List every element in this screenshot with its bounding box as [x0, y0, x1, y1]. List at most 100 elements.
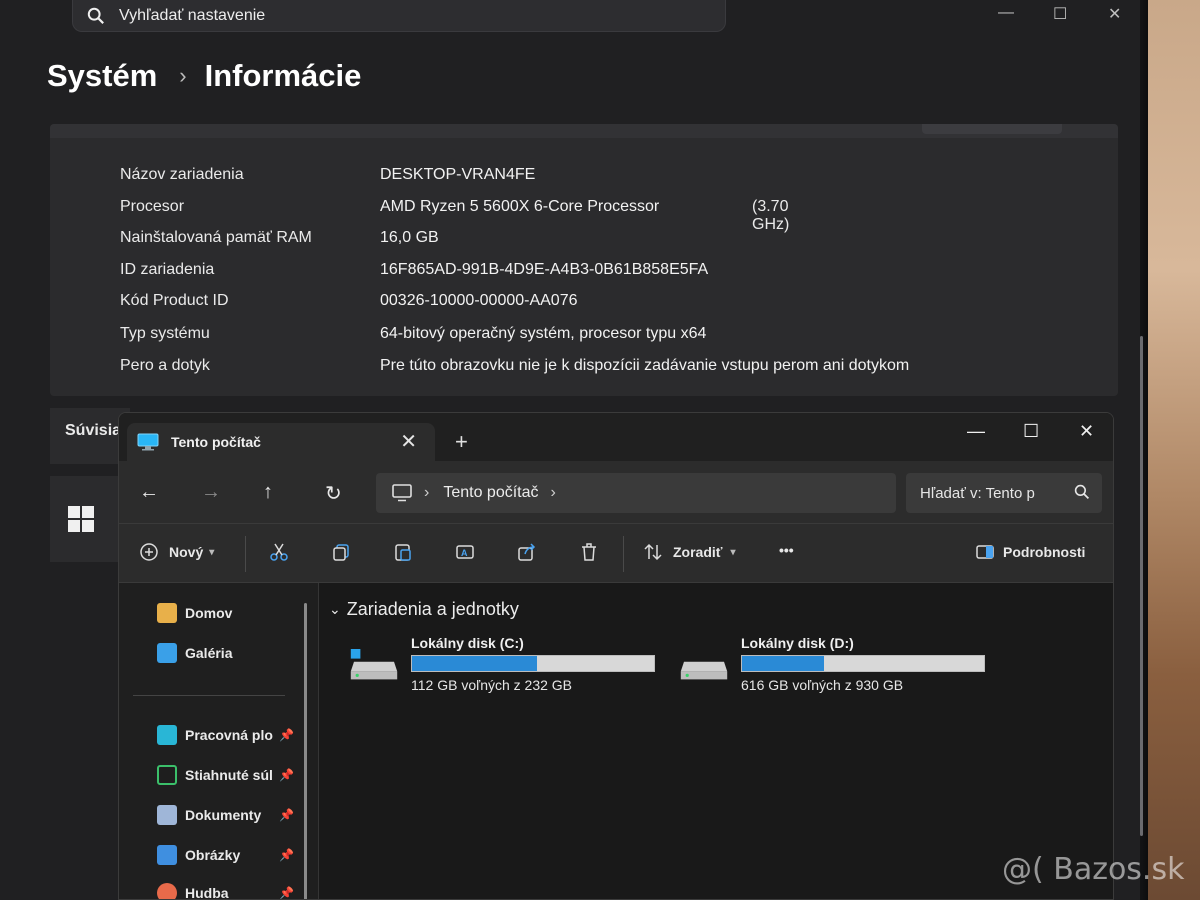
new-tab-button[interactable]: + [455, 429, 468, 455]
paste-button[interactable] [393, 542, 413, 562]
share-icon [518, 543, 536, 561]
settings-maximize-button[interactable]: ☐ [1053, 4, 1067, 24]
spec-value: 16F865AD-991B-4D9E-A4B3-0B61B858E5FA [380, 261, 709, 278]
spec-key: Názov zariadenia [120, 166, 244, 183]
tab-this-pc[interactable]: Tento počítač ✕ [127, 423, 435, 461]
sort-button[interactable]: Zoradiť ▾ [643, 542, 736, 562]
group-header-devices[interactable]: ⌄ Zariadenia a jednotky [329, 599, 519, 620]
spec-cpu-frequency: (3.70 GHz) [752, 198, 790, 233]
nav-item-downloads[interactable]: Stiahnuté súl 📌 [157, 765, 294, 785]
explorer-search-input[interactable]: Hľadať v: Tento p [906, 473, 1102, 513]
cut-button[interactable] [269, 542, 289, 562]
plus-circle-icon [140, 543, 158, 561]
share-button[interactable] [517, 542, 537, 562]
scissors-icon [270, 543, 288, 561]
copy-button[interactable] [331, 542, 351, 562]
drive-c[interactable]: Lokálny disk (C:) 112 GB voľných z 232 G… [345, 635, 665, 695]
drive-free-space: 616 GB voľných z 930 GB [741, 677, 904, 693]
settings-search-placeholder: Vyhľadať nastavenie [119, 6, 266, 24]
rename-button[interactable]: A [455, 542, 475, 562]
spec-row: Pero a dotyk Pre túto obrazovku nie je k… [120, 357, 909, 375]
forward-button[interactable]: → [201, 481, 221, 504]
spec-value: 64-bitový operačný systém, procesor typu… [380, 325, 707, 342]
pin-icon[interactable]: 📌 [279, 728, 294, 742]
settings-minimize-button[interactable]: — [998, 4, 1014, 22]
explorer-titlebar: Tento počítač ✕ + — ☐ ✕ [119, 413, 1113, 461]
nav-scrollbar[interactable] [304, 603, 307, 899]
clipboard-icon [395, 544, 411, 561]
search-icon [87, 7, 104, 24]
nav-item-label: Hudba [185, 885, 229, 900]
nav-item-home[interactable]: Domov [157, 603, 232, 623]
spec-value: DESKTOP-VRAN4FE [380, 166, 536, 183]
sort-label: Zoradiť [673, 544, 723, 560]
chevron-down-icon: ⌄ [329, 601, 341, 617]
new-button[interactable]: Nový ▾ [139, 542, 214, 562]
settings-scrollbar[interactable] [1140, 336, 1143, 836]
drive-name: Lokálny disk (D:) [741, 635, 854, 651]
explorer-close-button[interactable]: ✕ [1079, 421, 1094, 442]
nav-item-label: Domov [185, 605, 233, 621]
settings-search-input[interactable]: Vyhľadať nastavenie [72, 0, 726, 32]
new-label: Nový [169, 544, 204, 560]
pin-icon[interactable]: 📌 [279, 768, 294, 782]
desktop-icon [157, 725, 177, 745]
drive-usage-bar [411, 655, 655, 672]
nav-item-label: Pracovná plo [185, 727, 273, 743]
explorer-minimize-button[interactable]: — [967, 421, 985, 442]
spec-value: 16,0 GB [380, 229, 439, 246]
pin-icon[interactable]: 📌 [279, 848, 294, 862]
delete-button[interactable] [579, 542, 599, 562]
spec-row: Typ systému 64-bitový operačný systém, p… [120, 325, 706, 343]
more-options-button[interactable]: ••• [779, 542, 794, 558]
explorer-search-placeholder: Hľadať v: Tento p [920, 484, 1035, 502]
spec-key: ID zariadenia [120, 261, 215, 278]
spec-row: ID zariadenia 16F865AD-991B-4D9E-A4B3-0B… [120, 261, 708, 279]
content-area: ⌄ Zariadenia a jednotky Lokálny disk (C:… [319, 583, 1113, 899]
drive-d[interactable]: Lokálny disk (D:) 616 GB voľných z 930 G… [675, 635, 995, 695]
spec-key: Pero a dotyk [120, 357, 210, 374]
details-pane-icon [976, 545, 994, 559]
refresh-button[interactable]: ↻ [325, 481, 342, 506]
settings-close-button[interactable]: ✕ [1108, 4, 1121, 24]
nav-item-label: Dokumenty [185, 807, 262, 823]
breadcrumb: Systém › Informácie [47, 58, 361, 94]
nav-item-documents[interactable]: Dokumenty 📌 [157, 805, 294, 825]
copy-button[interactable] [922, 124, 1062, 134]
this-pc-icon [137, 433, 159, 451]
explorer-navbar: ← → ↑ ↻ › Tento počítač › Hľadať v: Tent… [119, 461, 1113, 523]
spec-row: Kód Product ID 00326-10000-00000-AA076 [120, 292, 578, 310]
spec-row: Názov zariadenia DESKTOP-VRAN4FE [120, 166, 535, 184]
details-button[interactable]: Podrobnosti [975, 542, 1085, 562]
up-button[interactable]: ↑ [263, 481, 273, 504]
spec-value: 00326-10000-00000-AA076 [380, 292, 578, 309]
spec-key: Typ systému [120, 325, 210, 342]
nav-item-music[interactable]: Hudba 📌 [157, 883, 294, 900]
spec-key: Kód Product ID [120, 292, 229, 309]
music-icon [157, 883, 177, 899]
device-specs-card: Názov zariadenia DESKTOP-VRAN4FE Proceso… [50, 124, 1118, 396]
tab-close-button[interactable]: ✕ [400, 429, 417, 454]
pin-icon[interactable]: 📌 [279, 808, 294, 822]
rename-icon: A [456, 545, 474, 559]
breadcrumb-parent-system[interactable]: Systém [47, 58, 157, 94]
nav-item-desktop[interactable]: Pracovná plo 📌 [157, 725, 294, 745]
drive-icon [350, 649, 398, 680]
svg-text:A: A [461, 548, 468, 558]
explorer-maximize-button[interactable]: ☐ [1023, 421, 1039, 442]
nav-item-pictures[interactable]: Obrázky 📌 [157, 845, 294, 865]
breadcrumb-separator: › [179, 63, 187, 88]
sort-icon [644, 543, 662, 561]
back-button[interactable]: ← [139, 481, 159, 504]
address-bar[interactable]: › Tento počítač › [376, 473, 896, 513]
windows-logo-icon [68, 506, 94, 532]
nav-item-label: Stiahnuté súl [185, 767, 273, 783]
details-label: Podrobnosti [1003, 544, 1086, 560]
computer-icon [392, 484, 412, 502]
spec-key: Procesor [120, 198, 185, 215]
pin-icon[interactable]: 📌 [279, 886, 294, 899]
chevron-right-icon[interactable]: › [551, 484, 556, 502]
home-icon [157, 603, 177, 623]
nav-item-gallery[interactable]: Galéria [157, 643, 232, 663]
documents-icon [157, 805, 177, 825]
